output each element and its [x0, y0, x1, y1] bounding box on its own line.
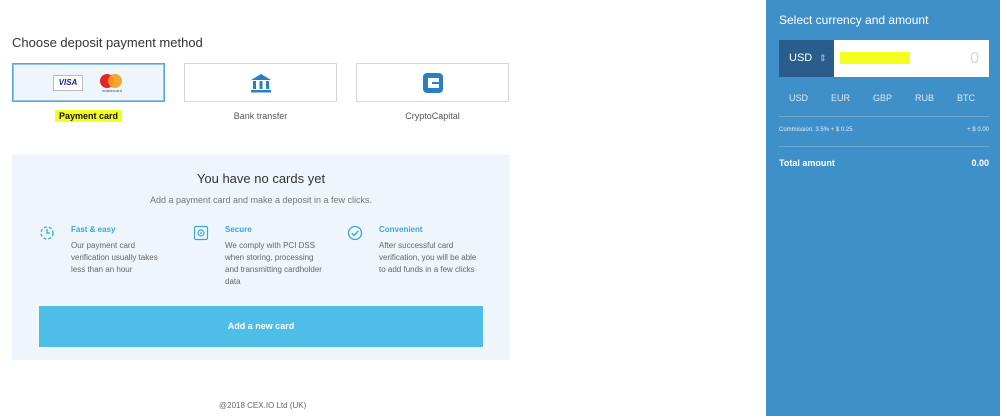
feature-title: Convenient	[379, 225, 423, 234]
currency-option-eur[interactable]: EUR	[831, 93, 850, 103]
feature-desc: Our payment card verification usually ta…	[71, 241, 158, 274]
cryptocapital-icon	[423, 73, 443, 93]
check-circle-icon	[347, 225, 363, 241]
amount-input[interactable]: 0	[834, 40, 989, 77]
main-content: Choose deposit payment method VISA maste…	[0, 0, 766, 416]
method-payment-card[interactable]: VISA mastercard	[12, 63, 165, 102]
amount-highlight	[840, 52, 910, 64]
method-label-payment-card: Payment card	[12, 110, 165, 122]
commission-value: + $ 0.00	[967, 127, 989, 133]
mastercard-logo: mastercard	[97, 72, 127, 94]
commission-label: Commission: 3.5% + $ 0.25	[779, 127, 853, 133]
sidebar: Select currency and amount USD ⇕ 0 USD E…	[766, 0, 1000, 416]
total-label: Total amount	[779, 158, 835, 168]
page-title: Choose deposit payment method	[12, 35, 203, 50]
clock-icon	[40, 226, 54, 240]
safe-icon	[193, 225, 209, 241]
panel-subtitle: Add a payment card and make a deposit in…	[149, 195, 373, 205]
select-arrows-icon: ⇕	[819, 53, 827, 63]
currency-select[interactable]: USD ⇕	[779, 40, 834, 77]
visa-logo: VISA	[53, 75, 83, 91]
total-value: 0.00	[971, 158, 989, 168]
feature-title: Fast & easy	[71, 225, 116, 234]
divider	[779, 116, 989, 117]
currency-select-value: USD	[789, 52, 813, 64]
divider	[779, 146, 989, 147]
amount-value: 0	[970, 50, 979, 67]
amount-box: USD ⇕ 0	[779, 40, 989, 77]
currency-option-usd[interactable]: USD	[789, 93, 808, 103]
footer-copyright: @2018 CEX.IO Ltd (UK)	[219, 401, 307, 410]
feature-title: Secure	[225, 225, 252, 234]
bank-icon	[251, 74, 271, 93]
method-label-cryptocapital: CryptoCapital	[405, 111, 460, 121]
feature-desc: After successful card verification, you …	[379, 241, 477, 274]
currency-option-btc[interactable]: BTC	[957, 93, 975, 103]
feature-desc: We comply with PCI DSS when storing, pro…	[225, 241, 322, 286]
method-bank-transfer[interactable]	[184, 63, 337, 102]
add-new-card-button[interactable]: Add a new card	[39, 306, 483, 347]
sidebar-title: Select currency and amount	[779, 13, 929, 27]
currency-option-gbp[interactable]: GBP	[873, 93, 892, 103]
method-label-bank-transfer: Bank transfer	[233, 111, 288, 121]
currency-option-rub[interactable]: RUB	[915, 93, 934, 103]
method-cryptocapital[interactable]	[356, 63, 509, 102]
panel-title: You have no cards yet	[196, 171, 326, 186]
no-cards-panel: You have no cards yet Add a payment card…	[12, 155, 510, 360]
